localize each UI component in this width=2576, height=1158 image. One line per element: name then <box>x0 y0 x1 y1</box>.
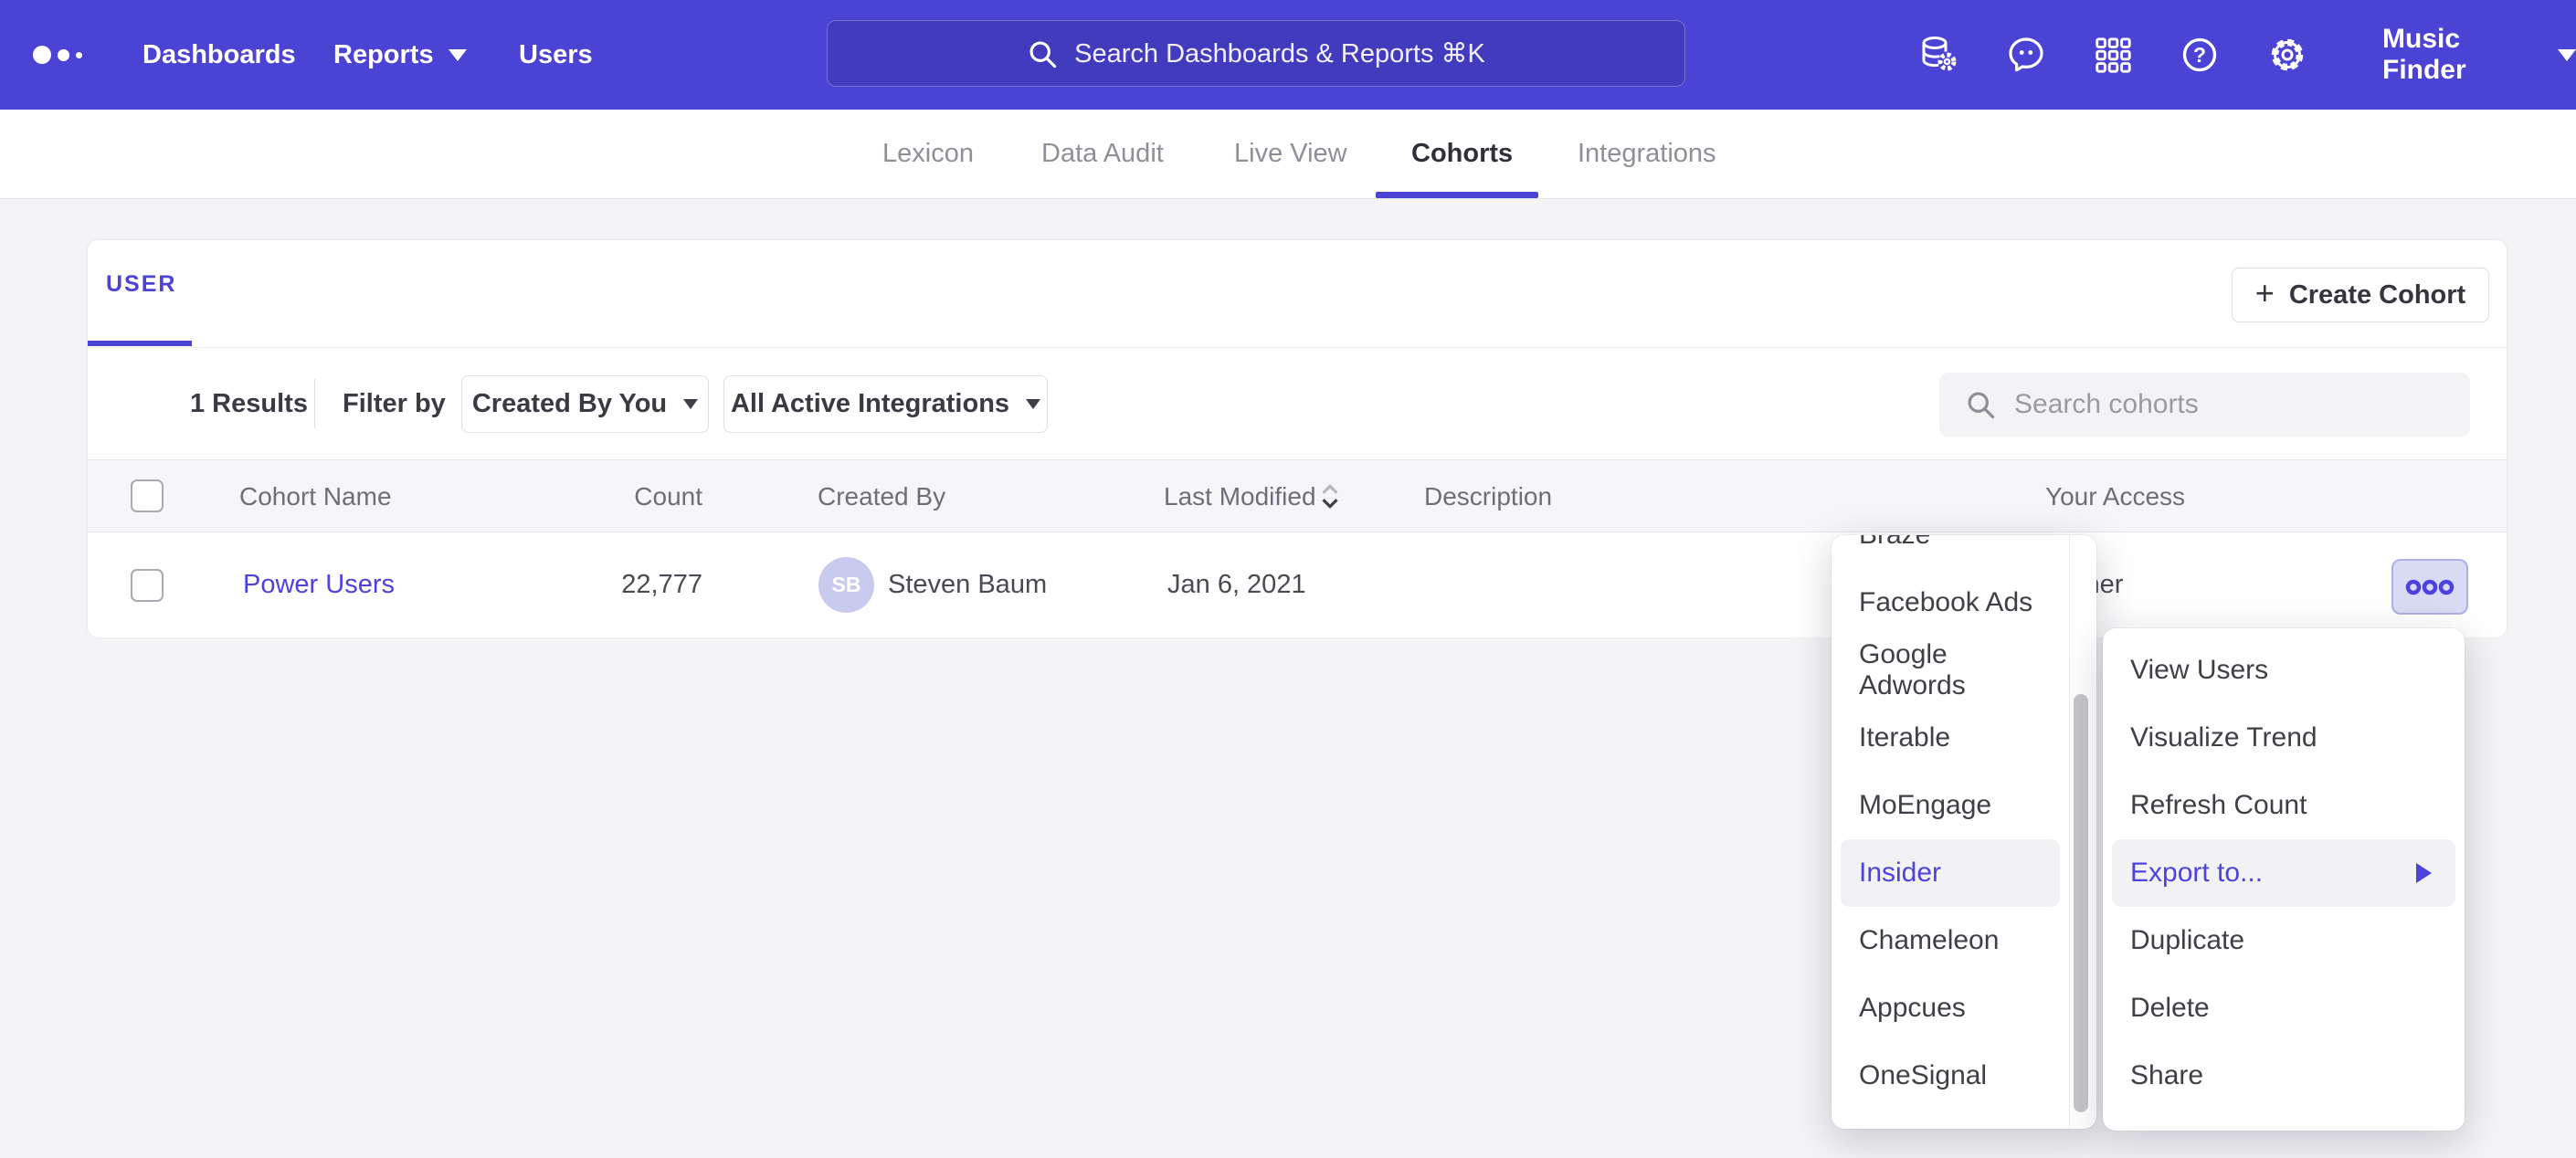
submenu-item-chameleon[interactable]: Chameleon <box>1841 907 2060 974</box>
card-divider <box>88 347 2507 348</box>
submenu-item-iterable[interactable]: Iterable <box>1841 704 2060 772</box>
submenu-item-moengage[interactable]: MoEngage <box>1841 772 2060 839</box>
select-all-checkbox[interactable] <box>131 479 164 512</box>
nav-reports[interactable]: Reports <box>333 0 467 110</box>
menu-item-delete[interactable]: Delete <box>2112 974 2455 1042</box>
divider <box>314 379 315 428</box>
last-modified-date: Jan 6, 2021 <box>1167 532 1306 637</box>
submenu-scrollbar-thumb[interactable] <box>2074 694 2088 1112</box>
mixpanel-dots-logo-icon[interactable] <box>33 0 82 110</box>
submenu-item-google-adwords[interactable]: Google Adwords <box>1841 637 2060 704</box>
nav-users[interactable]: Users <box>519 0 593 110</box>
data-management-icon[interactable] <box>1916 33 1960 77</box>
row-more-actions-button[interactable] <box>2391 559 2468 615</box>
submenu-item-onesignal[interactable]: OneSignal <box>1841 1042 2060 1110</box>
col-last-modified[interactable]: Last Modified <box>1164 460 1316 533</box>
user-tab-underline <box>88 341 192 346</box>
active-tab-underline <box>1376 192 1538 198</box>
sort-chevrons-icon[interactable] <box>1319 460 1341 533</box>
chevron-down-icon <box>683 399 698 409</box>
section-tabbar: Lexicon Data Audit Live View Cohorts Int… <box>0 110 2576 199</box>
search-icon <box>1027 38 1058 69</box>
create-cohort-button[interactable]: + Create Cohort <box>2232 268 2489 322</box>
top-navbar: Dashboards Reports Users Search Dashboar… <box>0 0 2576 110</box>
chevron-down-icon <box>449 49 467 61</box>
integrations-filter-label: All Active Integrations <box>731 389 1009 419</box>
create-cohort-label: Create Cohort <box>2289 280 2465 311</box>
filter-by-label: Filter by <box>343 389 446 419</box>
tab-lexicon[interactable]: Lexicon <box>882 110 974 198</box>
col-cohort-name[interactable]: Cohort Name <box>239 460 392 533</box>
search-icon <box>1965 389 1996 420</box>
avatar: SB <box>818 557 874 613</box>
cohorts-card: USER + Create Cohort 1 Results Filter by… <box>87 239 2507 637</box>
settings-gear-icon[interactable] <box>2265 33 2309 77</box>
nav-users-label: Users <box>519 40 593 70</box>
cohort-context-menu: View Users Visualize Trend Refresh Count… <box>2103 628 2465 1131</box>
chevron-down-icon <box>1026 399 1040 409</box>
menu-item-view-users[interactable]: View Users <box>2112 637 2455 704</box>
submenu-item-insider[interactable]: Insider <box>1841 839 2060 907</box>
feedback-bubble-icon[interactable] <box>2004 33 2048 77</box>
tab-integrations[interactable]: Integrations <box>1578 110 1716 198</box>
submenu-scrollbar-track <box>2069 535 2070 1129</box>
nav-reports-label: Reports <box>333 40 434 70</box>
apps-grid-icon[interactable] <box>2092 33 2134 77</box>
tab-user-cohorts[interactable]: USER <box>106 271 176 298</box>
table-row: Power Users 22,777 Steven Baum Jan 6, 20… <box>88 532 2507 637</box>
project-switcher[interactable]: Music Finder <box>2382 24 2576 86</box>
integrations-filter-dropdown[interactable]: All Active Integrations <box>723 375 1048 433</box>
submenu-item-braze[interactable]: Braze <box>1841 535 2060 569</box>
submenu-item-facebook-ads[interactable]: Facebook Ads <box>1841 569 2060 637</box>
app-screen: Dashboards Reports Users Search Dashboar… <box>0 0 2576 1158</box>
export-to-label: Export to... <box>2130 858 2263 889</box>
help-icon[interactable]: ? <box>2178 33 2222 77</box>
results-count: 1 Results <box>190 389 308 419</box>
arrow-right-icon <box>2416 863 2432 883</box>
tab-data-audit[interactable]: Data Audit <box>1041 110 1164 198</box>
tab-cohorts[interactable]: Cohorts <box>1411 110 1513 198</box>
submenu-item-appcues[interactable]: Appcues <box>1841 974 2060 1042</box>
created-by-filter-label: Created By You <box>472 389 667 419</box>
nav-dashboards[interactable]: Dashboards <box>143 0 296 110</box>
global-search-placeholder: Search Dashboards & Reports ⌘K <box>1074 37 1485 69</box>
ellipsis-menu-icon <box>2404 578 2455 596</box>
tab-live-view[interactable]: Live View <box>1234 110 1347 198</box>
col-description[interactable]: Description <box>1424 460 1552 533</box>
navbar-right-controls: ? Music Finder <box>1916 0 2576 110</box>
created-by-name: Steven Baum <box>888 532 1047 637</box>
col-count[interactable]: Count <box>549 460 702 533</box>
svg-text:?: ? <box>2193 43 2206 67</box>
cohort-name-link[interactable]: Power Users <box>243 532 395 637</box>
table-header-row: Cohort Name Count Created By Last Modifi… <box>88 459 2507 532</box>
chevron-down-icon <box>2558 49 2576 61</box>
col-created-by[interactable]: Created By <box>818 460 945 533</box>
export-submenu: Braze Facebook Ads Google Adwords Iterab… <box>1832 535 2096 1129</box>
cohort-count: 22,777 <box>549 532 702 637</box>
menu-item-export-to[interactable]: Export to... <box>2112 839 2455 907</box>
row-checkbox[interactable] <box>131 569 164 602</box>
created-by-filter-dropdown[interactable]: Created By You <box>461 375 709 433</box>
global-search-input[interactable]: Search Dashboards & Reports ⌘K <box>827 20 1685 87</box>
search-cohorts-input[interactable]: Search cohorts <box>1939 373 2470 437</box>
menu-item-refresh-count[interactable]: Refresh Count <box>2112 772 2455 839</box>
col-your-access[interactable]: Your Access <box>2045 460 2185 533</box>
menu-item-duplicate[interactable]: Duplicate <box>2112 907 2455 974</box>
search-cohorts-placeholder: Search cohorts <box>2014 389 2199 420</box>
menu-item-share[interactable]: Share <box>2112 1042 2455 1110</box>
project-name: Music Finder <box>2382 24 2541 86</box>
menu-item-visualize-trend[interactable]: Visualize Trend <box>2112 704 2455 772</box>
plus-icon: + <box>2255 277 2275 310</box>
nav-dashboards-label: Dashboards <box>143 40 296 70</box>
